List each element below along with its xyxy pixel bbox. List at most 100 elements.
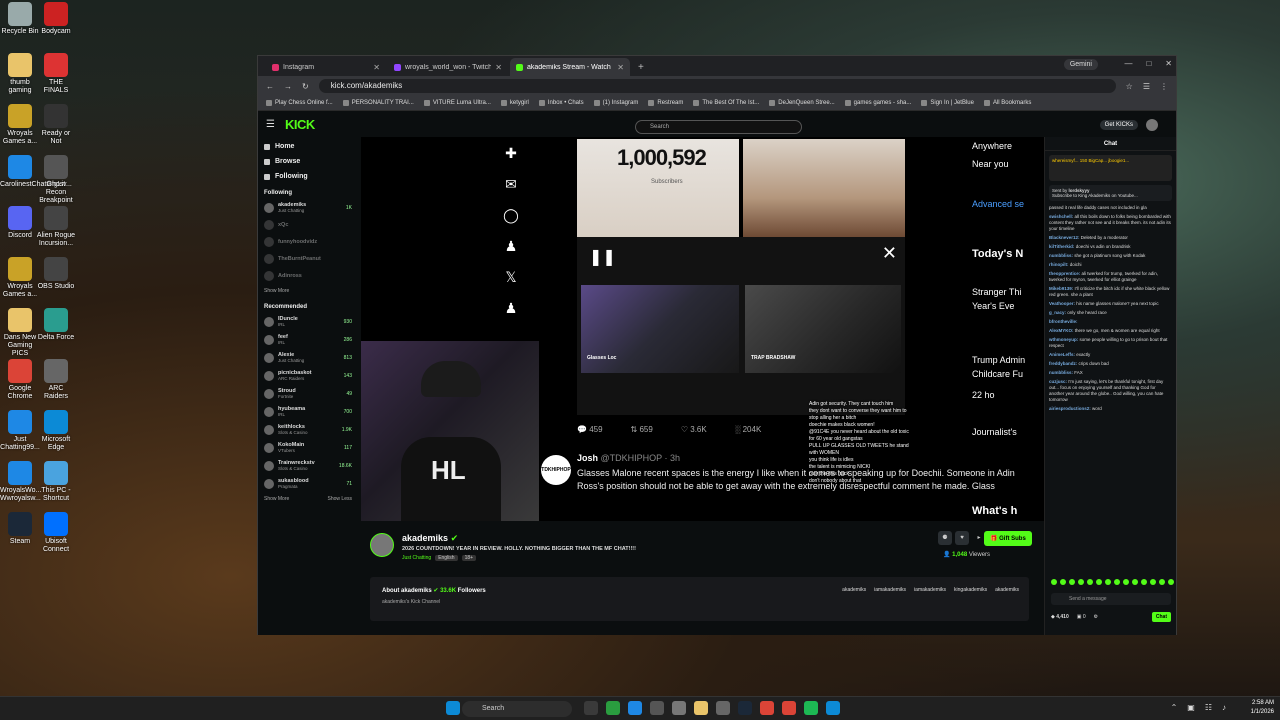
app-icon[interactable] xyxy=(672,701,686,715)
chat-username[interactable]: kilTitherkid: xyxy=(1049,244,1074,249)
app-icon[interactable] xyxy=(628,701,642,715)
emote-icon[interactable] xyxy=(1069,579,1075,585)
start-icon[interactable] xyxy=(446,701,460,715)
sidebar-channel[interactable]: hyubeama IRL 700 xyxy=(264,406,352,417)
emote-icon[interactable] xyxy=(1078,579,1084,585)
desktop-icon[interactable]: Wroyals Games a... xyxy=(0,257,40,299)
volume-icon[interactable]: ♪ xyxy=(1222,703,1226,712)
desktop-icon[interactable]: Discord xyxy=(0,206,40,240)
language-tag[interactable]: English xyxy=(435,555,458,561)
bookmark-item[interactable]: DeJenQueen Stree... xyxy=(769,100,835,106)
sidebar-channel[interactable]: funnyhoodvidz xyxy=(264,237,352,247)
social-link[interactable]: akademiks xyxy=(995,587,1019,593)
emote-icon[interactable] xyxy=(1087,579,1093,585)
emote-icon[interactable] xyxy=(1060,579,1066,585)
chrome-icon[interactable] xyxy=(760,701,774,715)
kick-search-input[interactable]: Search xyxy=(635,120,802,134)
chat-username[interactable]: cuzjusc: xyxy=(1049,379,1067,384)
desktop-icon[interactable]: Microsoft Edge xyxy=(36,410,76,452)
sidebar-channel[interactable]: xQc xyxy=(264,220,352,230)
edge-icon[interactable] xyxy=(826,701,840,715)
back-icon[interactable]: ← xyxy=(266,82,274,91)
spotify-icon[interactable] xyxy=(804,701,818,715)
sidebar-channel[interactable]: Alexie Just Chatting 813 xyxy=(264,352,352,363)
task-view-icon[interactable] xyxy=(584,701,598,715)
sidebar-channel[interactable]: keithlocks Slots & Casino 1.9K xyxy=(264,424,352,435)
emote-icon[interactable] xyxy=(1114,579,1120,585)
desktop-icon[interactable]: Ubisoft Connect xyxy=(36,512,76,554)
chrome-icon[interactable] xyxy=(782,701,796,715)
desktop-icon[interactable]: Wroyals Games a... xyxy=(0,104,40,146)
emote-icon[interactable] xyxy=(1141,579,1147,585)
sidebar-channel[interactable]: IDuncle IRL 930 xyxy=(264,316,352,327)
show-less-button[interactable]: Show Less xyxy=(328,496,352,502)
get-kicks-button[interactable]: Get KICKs xyxy=(1099,120,1138,130)
bookmark-star-icon[interactable]: ☆ xyxy=(1126,82,1133,91)
emote-icon[interactable] xyxy=(1168,579,1174,585)
channel-name[interactable]: akademiks ✔ xyxy=(402,533,458,544)
nav-browse[interactable]: Browse xyxy=(264,158,352,165)
kick-logo[interactable]: KICK xyxy=(285,117,315,132)
leaderboard-entry[interactable]: BigCap... xyxy=(1089,158,1108,163)
url-input[interactable]: kick.com/akademiks xyxy=(318,79,1116,93)
channel-avatar[interactable] xyxy=(370,533,394,557)
desktop-icon[interactable]: Alien Rogue Incursion... xyxy=(36,206,76,248)
chat-input[interactable]: Send a message xyxy=(1051,593,1171,605)
chat-username[interactable]: AlexMYKO: xyxy=(1049,328,1074,333)
desktop-icon[interactable]: thumb gaming xyxy=(0,53,40,95)
display-icon[interactable]: ▣ xyxy=(1187,703,1195,712)
chat-username[interactable]: Veathooper: xyxy=(1049,301,1075,306)
desktop-icon[interactable]: WroyalsWo... Wwroyalsw... xyxy=(0,461,41,503)
social-link[interactable]: kingakademiks xyxy=(954,587,987,593)
chat-username[interactable]: freddybandz: xyxy=(1049,361,1077,366)
chat-send-button[interactable]: Chat xyxy=(1151,612,1171,622)
taskbar-search[interactable]: Search xyxy=(462,701,572,717)
chat-username[interactable]: bfrontheville: xyxy=(1049,319,1078,324)
hamburger-icon[interactable]: ☰ xyxy=(266,119,275,130)
chat-username[interactable]: airiesproductions2: xyxy=(1049,406,1091,411)
nav-home[interactable]: Home xyxy=(264,143,352,150)
bookmark-item[interactable]: Play Chess Online f... xyxy=(266,100,333,106)
sidebar-channel[interactable]: akademiks Just Chatting 1K xyxy=(264,202,352,213)
chat-username[interactable]: theopprentice: xyxy=(1049,271,1080,276)
new-tab-button[interactable]: + xyxy=(632,62,650,76)
desktop-icon[interactable]: CarolinestChattingLiv... xyxy=(0,155,72,189)
app-icon[interactable] xyxy=(606,701,620,715)
social-link[interactable]: iamakademiks xyxy=(914,587,946,593)
minimize-icon[interactable]: — xyxy=(1124,59,1132,68)
tab-close-icon[interactable]: ✕ xyxy=(495,63,502,72)
file-explorer-icon[interactable] xyxy=(694,701,708,715)
show-more-button[interactable]: Show More xyxy=(264,496,289,502)
close-icon[interactable]: ✕ xyxy=(1165,59,1172,68)
sidebar-channel[interactable]: Stroud Fortnite 49 xyxy=(264,388,352,399)
sidebar-channel[interactable]: KokoMain VTubers 117 xyxy=(264,442,352,453)
gift-subs-button[interactable]: 🎁 Gift Subs xyxy=(984,531,1032,546)
browser-tab[interactable]: akademiks Stream - Watch ✕ xyxy=(510,58,630,76)
chevron-up-icon[interactable]: ⌃ xyxy=(1171,703,1178,712)
desktop-icon[interactable]: THE FINALS xyxy=(36,53,76,95)
bookmark-item[interactable]: The Best Of The Ist... xyxy=(693,100,759,106)
sidebar-channel[interactable]: Trainwreckstv Slots & Casino 18.6K xyxy=(264,460,352,471)
emote-icon[interactable] xyxy=(1132,579,1138,585)
browser-tab[interactable]: Instagram ✕ xyxy=(266,58,386,76)
chat-username[interactable]: numbbliss: xyxy=(1049,253,1073,258)
social-link[interactable]: iamakademiks xyxy=(874,587,906,593)
show-more-following[interactable]: Show More xyxy=(264,288,352,294)
browser-tab[interactable]: wroyals_world_won - Twitch ✕ xyxy=(388,58,508,76)
emote-icon[interactable] xyxy=(1159,579,1165,585)
sidebar-channel[interactable]: Adinross xyxy=(264,271,352,281)
app-icon[interactable] xyxy=(650,701,664,715)
emote-icon[interactable] xyxy=(1150,579,1156,585)
follow-heart-icon[interactable]: ♥ xyxy=(955,531,969,545)
desktop-icon[interactable]: ARC Raiders xyxy=(36,359,76,401)
desktop-icon[interactable]: Ghost Recon Breakpoint xyxy=(36,155,76,205)
sidebar-channel[interactable]: feef IRL 286 xyxy=(264,334,352,345)
maximize-icon[interactable]: □ xyxy=(1146,59,1151,68)
leaderboard-entry[interactable]: jboogie1... xyxy=(1108,158,1129,163)
chat-username[interactable]: rhinopilt: xyxy=(1049,262,1069,267)
forward-icon[interactable]: → xyxy=(284,82,292,91)
gemini-button[interactable]: Gemini xyxy=(1063,59,1098,70)
bookmark-item[interactable]: games games - sha... xyxy=(844,100,911,106)
points-balance[interactable]: ▣ 0 xyxy=(1077,614,1086,620)
sidebar-channel[interactable]: sukasblood Pragmata 71 xyxy=(264,478,352,489)
